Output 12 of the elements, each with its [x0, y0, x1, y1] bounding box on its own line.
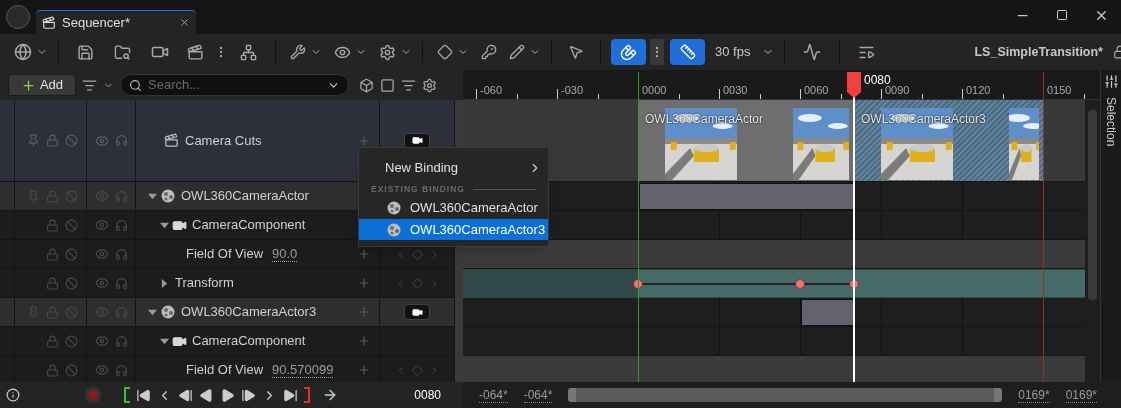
ruler-label: -060 — [480, 82, 503, 98]
ruler-label: 0030 — [723, 82, 748, 98]
ruler-label: -030 — [561, 82, 584, 98]
ruler-label: 0000 — [642, 82, 667, 98]
current-time: 0080 — [414, 387, 441, 404]
menu-heading: EXISTING BINDING — [371, 182, 465, 196]
ruler-label: 0060 — [804, 82, 829, 98]
property-label: Field Of View — [186, 245, 265, 264]
ruler-label: 0120 — [966, 82, 991, 98]
sequence-name: LS_SimpleTransition* — [974, 43, 1103, 61]
ruler-label: 0150 — [1047, 82, 1072, 98]
property-label: Field Of View — [186, 361, 265, 380]
